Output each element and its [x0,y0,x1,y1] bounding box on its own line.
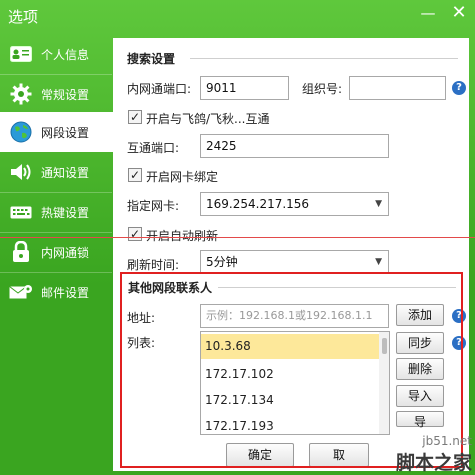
title-bar: 选项 — ✕ [0,0,475,32]
id-card-icon [9,42,33,66]
chevron-down-icon: ▼ [375,199,382,209]
nic-bind-label: 开启网卡绑定 [146,170,219,184]
keyboard-icon [9,200,33,224]
group-label: 组织号: [302,82,343,96]
sidebar-item-network[interactable]: 网段设置 [0,112,113,152]
close-button[interactable]: ✕ [444,0,474,26]
gear-icon [9,82,33,106]
sidebar-item-label: 内网通锁 [41,245,90,260]
watermark: jb51.net 脚本之家 [393,434,475,475]
port-input[interactable]: 9011 [200,76,289,100]
sidebar-item-label: 网段设置 [41,125,90,140]
sidebar-item-notify[interactable]: 通知设置 [0,152,112,192]
section-divider [190,58,458,59]
sidebar: 个人信息 常规设置 网段设置 通知设置 热键设置 内网通锁 邮件设置 [0,32,113,475]
options-window: 选项 — ✕ 个人信息 常规设置 网段设置 通知设置 热键设置 内网通锁 邮件设… [0,0,475,475]
refresh-label: 刷新时间: [127,258,180,272]
auto-refresh-checkbox[interactable]: ✓ [128,227,142,241]
refresh-select[interactable]: 5分钟 ▼ [200,250,389,274]
auto-refresh-label: 开启自动刷新 [146,229,219,243]
sidebar-item-hotkey[interactable]: 热键设置 [0,192,112,232]
mail-gear-icon [9,280,33,304]
refresh-select-value: 5分钟 [206,255,238,269]
section-title-search: 搜索设置 [127,52,176,66]
chevron-down-icon: ▼ [375,257,382,267]
nic-label: 指定网卡: [127,199,180,213]
nic-bind-checkbox[interactable]: ✓ [128,168,142,182]
window-title: 选项 [8,8,39,26]
interop-checkbox[interactable]: ✓ [128,110,142,124]
sidebar-item-label: 邮件设置 [41,285,90,300]
help-icon[interactable]: ? [452,81,466,95]
globe-icon [9,120,33,144]
lock-icon [9,240,33,264]
interop-port-label: 互通端口: [127,141,180,155]
port-label: 内网通端口: [127,82,192,96]
interop-label: 开启与飞鸽/飞秋...互通 [146,112,270,126]
watermark-name: 脚本之家 [395,452,472,474]
sidebar-item-general[interactable]: 常规设置 [0,74,112,114]
annotation-line [0,237,475,238]
sidebar-item-lock[interactable]: 内网通锁 [0,232,112,272]
interop-port-input[interactable]: 2425 [200,134,389,158]
sidebar-item-mail[interactable]: 邮件设置 [0,272,112,312]
sidebar-item-label: 通知设置 [41,165,90,180]
watermark-site: jb51.net [422,434,472,448]
sidebar-item-label: 常规设置 [41,87,90,102]
sidebar-item-label: 个人信息 [41,47,90,62]
group-input[interactable] [349,76,446,100]
nic-select-value: 169.254.217.156 [206,197,310,211]
nic-select[interactable]: 169.254.217.156 ▼ [200,192,389,216]
sidebar-item-label: 热键设置 [41,205,90,220]
minimize-button[interactable]: — [413,0,443,26]
sidebar-item-profile[interactable]: 个人信息 [0,34,112,74]
speaker-icon [9,160,33,184]
